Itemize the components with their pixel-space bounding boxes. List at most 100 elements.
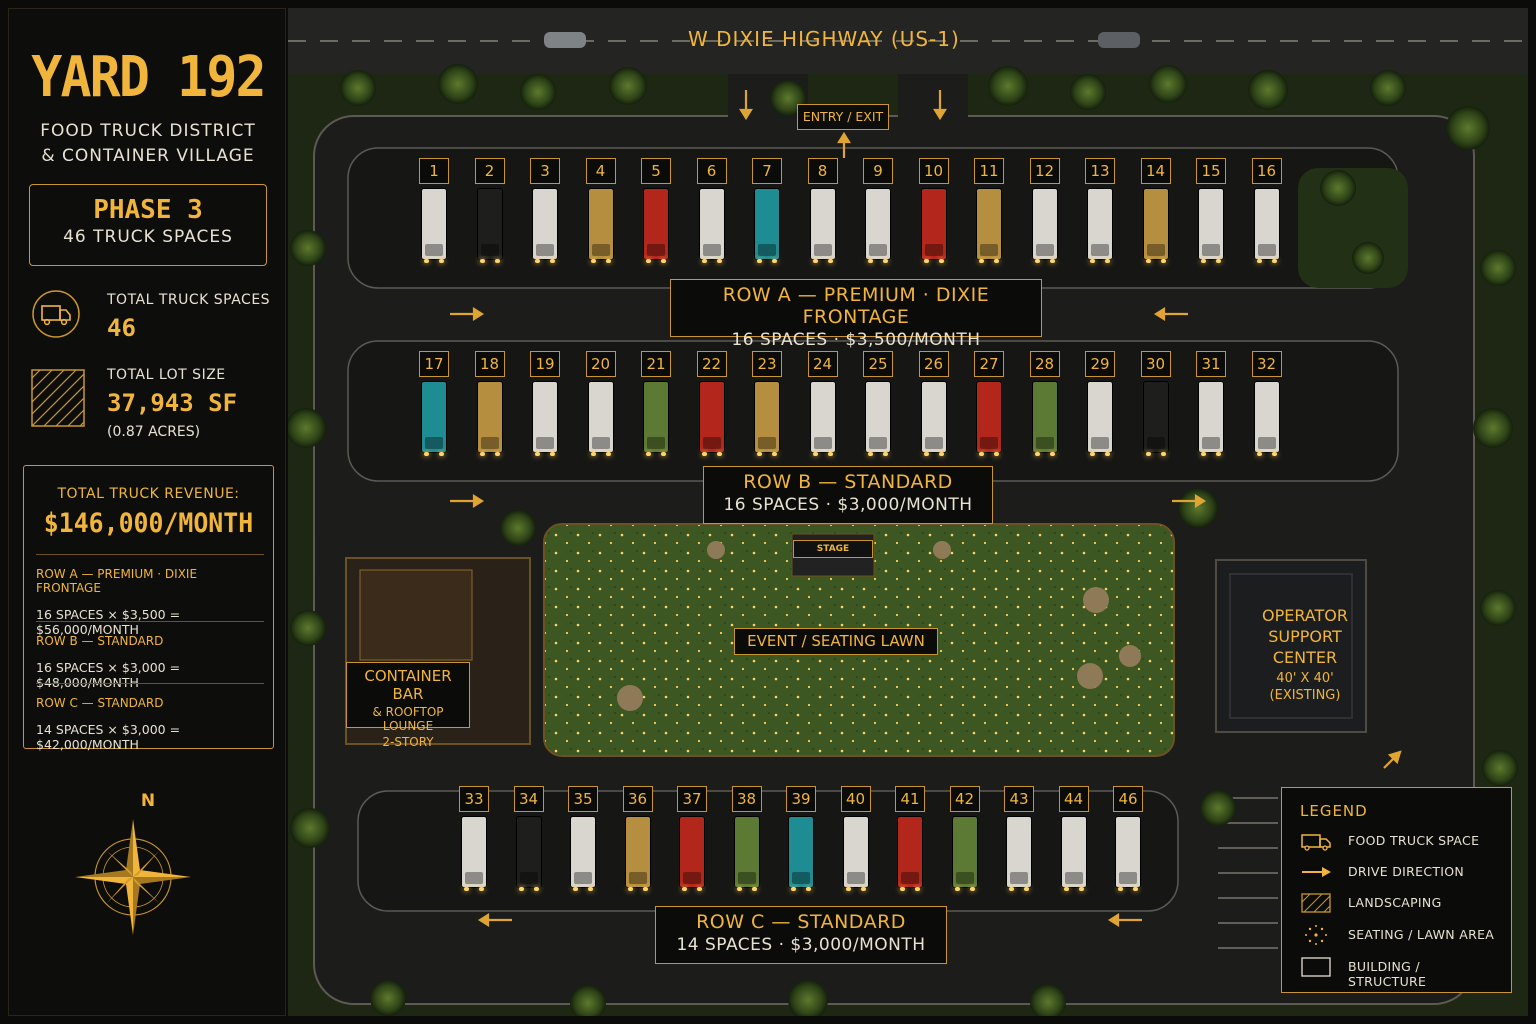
headlight	[969, 887, 975, 891]
headlight	[1271, 259, 1277, 263]
headlight	[535, 452, 540, 456]
truck-space-number: 43	[1004, 786, 1034, 812]
truck-space-number: 41	[895, 786, 925, 812]
truck-space: 7	[752, 158, 782, 280]
headlight	[550, 452, 555, 456]
headlight	[900, 887, 905, 891]
highway-label: W DIXIE HIGHWAY (US-1)	[688, 27, 960, 51]
headlight	[1034, 259, 1040, 263]
truck-space-number: 21	[641, 351, 671, 377]
food-truck-icon	[532, 381, 558, 456]
truck-space-number: 19	[530, 351, 560, 377]
compass-north-label: N	[140, 791, 156, 811]
rooftop-lounge	[359, 569, 473, 661]
truck-space: 30	[1140, 351, 1171, 473]
truck-space: 27	[974, 351, 1004, 473]
row-c-subtitle: 14 SPACES · $3,000/MONTH	[676, 935, 926, 955]
headlight	[1145, 259, 1151, 263]
food-truck-icon	[643, 188, 669, 263]
headlight	[1256, 259, 1262, 263]
revenue-row-calc: 14 SPACES × $3,000 = $42,000/MONTH	[36, 722, 181, 752]
phase-subtitle: 46 TRUCK SPACES	[63, 227, 233, 247]
revenue-row-name: ROW B — STANDARD	[36, 634, 164, 648]
truck-space-number: 29	[1085, 351, 1115, 377]
headlight	[550, 259, 555, 263]
headlight	[827, 452, 833, 456]
food-truck-icon	[920, 188, 947, 263]
food-truck-icon	[1115, 816, 1141, 891]
event-lawn-label: EVENT / SEATING LAWN	[734, 628, 938, 655]
truck-space-number: 40	[840, 786, 871, 812]
headlight	[533, 887, 539, 891]
truck-space: 26	[918, 351, 949, 473]
car-icon	[1098, 32, 1140, 48]
truck-space-number: 26	[918, 351, 949, 377]
headlight	[883, 259, 888, 263]
headlight	[716, 259, 722, 263]
truck-space-number: 8	[807, 158, 838, 184]
truck-space-number: 15	[1196, 158, 1226, 184]
headlight	[494, 452, 500, 456]
food-truck-icon	[461, 816, 487, 891]
food-truck-icon	[624, 816, 651, 891]
food-truck-icon	[976, 188, 1002, 263]
legend-label: DRIVE DIRECTION	[1348, 864, 1465, 879]
truck-space: 32	[1251, 351, 1282, 473]
container-bar-label: CONTAINER BAR & ROOFTOP LOUNGE 2-STORY	[346, 662, 470, 749]
headlight	[1160, 452, 1166, 456]
food-truck-icon	[476, 188, 503, 263]
truck-space-number: 13	[1085, 158, 1115, 184]
headlight	[1256, 452, 1262, 456]
row-b-subtitle: 16 SPACES · $3,000/MONTH	[723, 495, 973, 515]
truck-space-number: 34	[513, 786, 544, 812]
headlight	[464, 887, 469, 891]
revenue-label: TOTAL TRUCK REVENUE:	[57, 486, 240, 502]
truck-space: 6	[696, 158, 727, 280]
headlight	[791, 887, 796, 891]
legend-item-landscaping: LANDSCAPING	[1300, 892, 1500, 914]
truck-space: 36	[622, 786, 653, 908]
headlight	[827, 259, 833, 263]
row-c-label: ROW C — STANDARD 14 SPACES · $3,000/MONT…	[655, 906, 947, 964]
food-truck-icon	[515, 816, 542, 891]
truck-space-number: 14	[1140, 158, 1171, 184]
truck-space: 37	[677, 786, 707, 908]
truck-space-number: 38	[731, 786, 762, 812]
operator-center-label: OPERATOR SUPPORT CENTER 40' X 40' (EXIST…	[1242, 600, 1368, 718]
operator-line2: SUPPORT	[1268, 627, 1342, 646]
phase-box: PHASE 3 46 TRUCK SPACES	[29, 184, 267, 266]
food-truck-icon	[679, 816, 705, 891]
headlight	[1201, 452, 1206, 456]
headlight	[518, 887, 524, 891]
food-truck-icon	[1087, 381, 1113, 456]
headlight	[1090, 259, 1095, 263]
food-truck-icon	[32, 290, 80, 338]
truck-space-number: 30	[1140, 351, 1171, 377]
truck-space-number: 7	[752, 158, 782, 184]
headlight	[994, 452, 999, 456]
food-truck-icon	[1031, 188, 1058, 263]
revenue-row-name: ROW A — PREMIUM · DIXIE FRONTAGE	[36, 567, 198, 595]
headlight	[661, 452, 666, 456]
headlight	[588, 887, 593, 891]
truck-space: 33	[459, 786, 489, 908]
headlight	[1118, 887, 1123, 891]
legend-panel: LEGEND FOOD TRUCK SPACE DRIVE DIRECTION …	[1281, 787, 1512, 993]
landscaping-hatch-icon	[1301, 893, 1331, 913]
legend-item-drive-direction: DRIVE DIRECTION	[1300, 861, 1500, 883]
stage-label: STAGE	[793, 540, 873, 558]
stat-label-lot-size: TOTAL LOT SIZE	[107, 367, 226, 383]
headlight	[494, 259, 500, 263]
headlight	[923, 259, 929, 263]
truck-space-number: 11	[974, 158, 1004, 184]
truck-space: 10	[918, 158, 949, 280]
arrow-right-icon	[1302, 867, 1331, 877]
truck-space: 41	[895, 786, 925, 908]
food-truck-icon	[476, 381, 503, 456]
truck-space-number: 1	[419, 158, 449, 184]
legend-label: SEATING / LAWN AREA	[1348, 927, 1495, 942]
food-truck-icon	[1253, 188, 1280, 263]
headlight	[806, 887, 811, 891]
truck-space-number: 18	[474, 351, 505, 377]
truck-space-number: 37	[677, 786, 707, 812]
